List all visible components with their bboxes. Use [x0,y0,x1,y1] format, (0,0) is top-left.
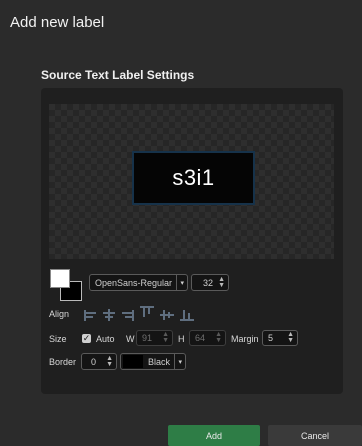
border-width-value: 0 [91,356,97,367]
border-color-swatch [123,355,143,368]
align-center-horizontal-icon[interactable] [102,309,116,321]
font-family-value: OpenSans-Regular [95,277,173,288]
stepper-arrows-icon[interactable]: ▲ ▼ [106,355,113,368]
border-color-value: Black [148,356,171,367]
border-color-select[interactable]: Black ▾ [120,353,186,370]
width-label: W [126,334,135,344]
size-label: Size [49,334,67,344]
auto-size-checkbox[interactable]: ✓ [82,334,91,343]
align-label: Align [49,309,70,319]
align-right-icon[interactable] [120,309,134,321]
stepper-arrows-icon[interactable]: ▲ ▼ [215,331,222,344]
margin-value: 5 [268,333,274,343]
align-left-icon[interactable] [84,309,98,321]
add-button[interactable]: Add [168,425,260,446]
stepper-arrows-icon[interactable]: ▲ ▼ [287,331,294,344]
width-value: 91 [142,333,153,343]
font-size-stepper[interactable]: 32 ▲ ▼ [191,274,229,291]
chevron-down-icon: ▾ [176,275,187,290]
height-value: 64 [195,333,206,343]
stepper-arrows-icon[interactable]: ▲ ▼ [162,331,169,344]
align-bottom-icon[interactable] [180,309,194,321]
align-middle-vertical-icon[interactable] [160,309,174,321]
font-family-select[interactable]: OpenSans-Regular ▾ [89,274,188,291]
align-top-icon[interactable] [140,306,154,318]
label-preview: s3i1 [132,151,255,205]
section-title: Source Text Label Settings [41,68,195,82]
chevron-down-icon: ▾ [174,354,185,369]
auto-label: Auto [96,334,115,344]
margin-stepper[interactable]: 5 ▲ ▼ [262,330,298,346]
stepper-arrows-icon[interactable]: ▲ ▼ [218,276,225,289]
border-label: Border [49,357,77,367]
height-stepper[interactable]: 64 ▲ ▼ [189,330,226,346]
dialog-title: Add new label [10,14,105,31]
border-width-stepper[interactable]: 0 ▲ ▼ [81,353,117,370]
width-stepper[interactable]: 91 ▲ ▼ [136,330,173,346]
margin-label: Margin [231,334,259,344]
font-size-value: 32 [203,277,214,288]
height-label: H [178,334,185,344]
label-preview-area: s3i1 [49,104,334,259]
text-color-swatch[interactable] [50,269,70,288]
cancel-button[interactable]: Cancel [268,425,362,446]
